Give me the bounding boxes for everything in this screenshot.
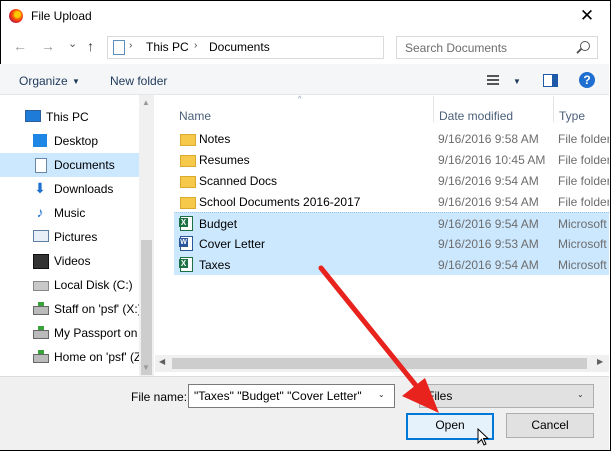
annotation-arrow-head	[402, 378, 439, 413]
annotation-arrow	[318, 265, 439, 413]
mouse-cursor-icon	[477, 428, 490, 446]
annotation-arrow-shaft	[318, 265, 421, 391]
